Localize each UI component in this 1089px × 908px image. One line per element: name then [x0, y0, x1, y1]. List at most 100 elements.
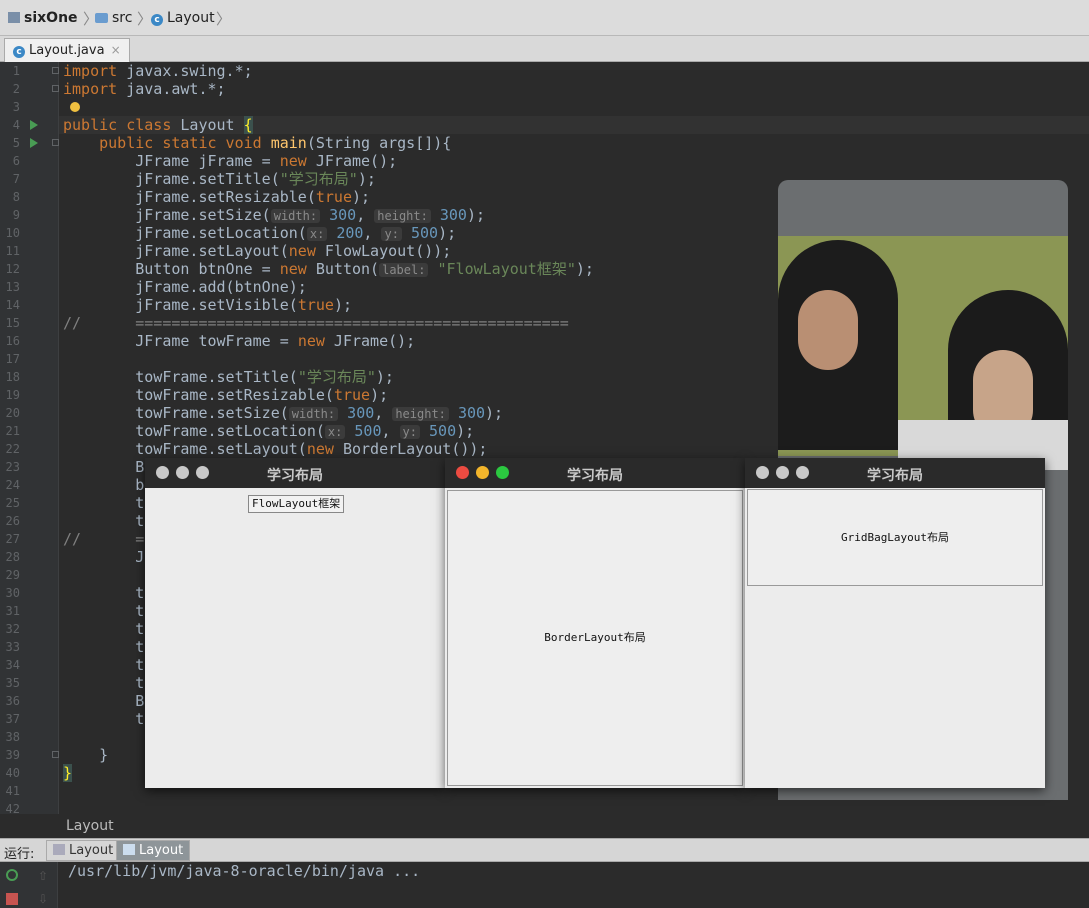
- line-number: 5: [12, 136, 20, 150]
- run-tab-layout-1[interactable]: Layout: [46, 840, 121, 861]
- code-line: t: [135, 602, 145, 620]
- run-class-icon[interactable]: [30, 120, 38, 130]
- code-line: towFrame.setLocation(x: 500, y: 500);: [135, 422, 475, 440]
- class-icon: c: [151, 14, 163, 26]
- code-line: jFrame.setLocation(x: 200, y: 500);: [135, 224, 457, 242]
- rerun-icon[interactable]: [6, 869, 18, 881]
- line-number: 26: [5, 514, 20, 528]
- folder-icon: [95, 13, 108, 23]
- stop-icon[interactable]: [6, 893, 18, 905]
- code-line: towFrame.setResizable(true);: [135, 386, 389, 404]
- line-number: 3: [12, 100, 20, 114]
- line-number: 31: [5, 604, 20, 618]
- code-line: t: [135, 674, 145, 692]
- fold-icon[interactable]: [52, 85, 59, 92]
- window-content: BorderLayout布局: [445, 488, 745, 788]
- line-number: 10: [5, 226, 20, 240]
- run-panel-header: Layout: [0, 814, 1089, 838]
- line-number: 14: [5, 298, 20, 312]
- code-line: public static void main(String args[]){: [99, 134, 452, 152]
- module-icon: [8, 12, 20, 23]
- code-line: B: [135, 458, 145, 476]
- window-titlebar[interactable]: 学习布局: [745, 458, 1045, 488]
- code-line: t: [135, 512, 145, 530]
- code-line: t: [135, 710, 145, 728]
- line-number: 15: [5, 316, 20, 330]
- breadcrumb-project[interactable]: sixOne: [8, 10, 78, 26]
- code-line: jFrame.setResizable(true);: [135, 188, 371, 206]
- line-number: 22: [5, 442, 20, 456]
- console-output-line: /usr/lib/jvm/java-8-oracle/bin/java ...: [68, 862, 421, 880]
- line-number: 8: [12, 190, 20, 204]
- line-number: 13: [5, 280, 20, 294]
- lightbulb-icon[interactable]: [70, 102, 80, 112]
- code-line: import java.awt.*;: [63, 80, 226, 98]
- code-line: JFrame towFrame = new JFrame();: [135, 332, 416, 350]
- code-line: t: [135, 656, 145, 674]
- code-line: towFrame.setTitle("学习布局");: [135, 368, 394, 386]
- parameter-hint: height:: [392, 407, 449, 421]
- run-config-icon: [123, 844, 135, 855]
- run-console[interactable]: ⇧ ⇩ /usr/lib/jvm/java-8-oracle/bin/java …: [0, 862, 1089, 908]
- fold-icon[interactable]: [52, 139, 59, 146]
- code-line: jFrame.setTitle("学习布局");: [135, 170, 376, 188]
- borderlayout-button[interactable]: BorderLayout布局: [447, 490, 743, 786]
- line-number: 30: [5, 586, 20, 600]
- chevron-right-icon: 〉: [216, 10, 232, 28]
- code-line: }: [99, 746, 109, 764]
- line-number: 41: [5, 784, 20, 798]
- flowlayout-window[interactable]: 学习布局 FlowLayout框架: [145, 458, 445, 788]
- line-number: 7: [12, 172, 20, 186]
- window-title: 学习布局: [567, 468, 623, 484]
- line-number: 21: [5, 424, 20, 438]
- run-main-icon[interactable]: [30, 138, 38, 148]
- line-number: 34: [5, 658, 20, 672]
- borderlayout-window[interactable]: 学习布局 BorderLayout布局: [445, 458, 745, 788]
- code-line: import javax.swing.*;: [63, 62, 253, 80]
- gridbaglayout-button[interactable]: GridBagLayout布局: [747, 489, 1043, 586]
- code-line: B: [135, 692, 145, 710]
- line-number: 24: [5, 478, 20, 492]
- line-number: 19: [5, 388, 20, 402]
- parameter-hint: x:: [324, 425, 346, 439]
- parameter-hint: width:: [288, 407, 339, 421]
- flowlayout-button[interactable]: FlowLayout框架: [248, 495, 345, 513]
- line-number: 4: [12, 118, 20, 132]
- window-titlebar[interactable]: 学习布局: [145, 458, 445, 488]
- window-content: FlowLayout框架: [145, 488, 445, 788]
- line-number: 36: [5, 694, 20, 708]
- code-line: jFrame.setSize(width: 300, height: 300);: [135, 206, 486, 224]
- line-number: 29: [5, 568, 20, 582]
- gridbaglayout-window[interactable]: 学习布局 GridBagLayout布局: [745, 458, 1045, 788]
- line-number: 35: [5, 676, 20, 690]
- parameter-hint: y:: [381, 227, 402, 241]
- line-number: 40: [5, 766, 20, 780]
- code-line: towFrame.setLayout(new BorderLayout());: [135, 440, 488, 458]
- code-line: J: [135, 548, 145, 566]
- fold-icon[interactable]: [52, 67, 59, 74]
- line-number: 39: [5, 748, 20, 762]
- window-titlebar[interactable]: 学习布局: [445, 458, 745, 488]
- code-line: JFrame jFrame = new JFrame();: [135, 152, 398, 170]
- line-number: 37: [5, 712, 20, 726]
- code-line: // =====================================…: [63, 314, 569, 332]
- code-line: jFrame.add(btnOne);: [135, 278, 307, 296]
- code-line: t: [135, 638, 145, 656]
- arrow-down-icon[interactable]: ⇩: [38, 892, 48, 906]
- run-tab-layout-2[interactable]: Layout: [116, 840, 191, 861]
- chevron-right-icon: 〉: [137, 10, 153, 28]
- breadcrumb-file[interactable]: c Layout: [151, 10, 215, 26]
- line-number: 23: [5, 460, 20, 474]
- run-tab-bar: 运行: Layout Layout: [0, 838, 1089, 862]
- line-number: 17: [5, 352, 20, 366]
- code-line: public class Layout {: [63, 116, 253, 134]
- arrow-up-icon[interactable]: ⇧: [38, 869, 48, 883]
- line-number: 12: [5, 262, 20, 276]
- breadcrumb-folder[interactable]: src: [95, 10, 132, 26]
- line-number: 33: [5, 640, 20, 654]
- parameter-hint: label:: [379, 263, 429, 277]
- code-line: jFrame.setVisible(true);: [135, 296, 352, 314]
- close-icon[interactable]: ×: [111, 43, 121, 57]
- fold-icon[interactable]: [52, 751, 59, 758]
- tab-layout-java[interactable]: c Layout.java ×: [4, 38, 130, 62]
